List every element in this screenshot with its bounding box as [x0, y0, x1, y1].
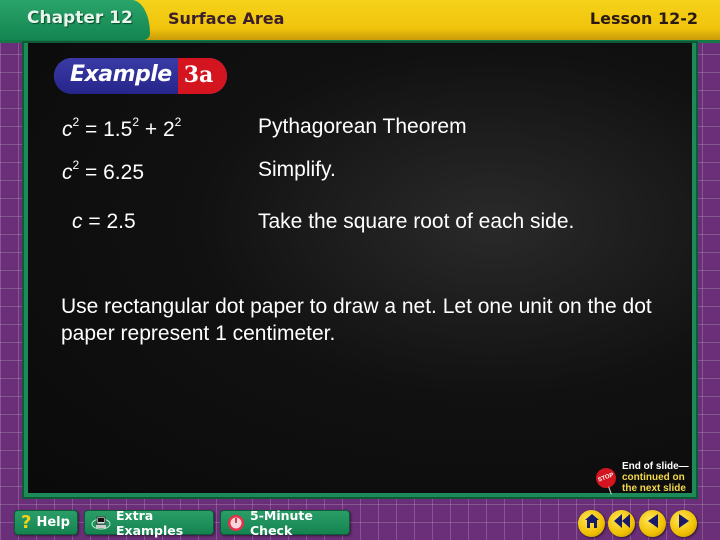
chapter-tab: Chapter 12	[0, 0, 150, 40]
help-button[interactable]: ? Help	[14, 510, 78, 535]
five-minute-check-button[interactable]: 5-Minute Check	[220, 508, 350, 538]
equation-step-2: c2 = 6.25	[62, 158, 145, 184]
previous-icon	[647, 514, 659, 533]
first-slide-button[interactable]	[608, 510, 635, 537]
slide-content-panel: Example 3a c2 = 1.52 + 22 Pythagorean Th…	[24, 43, 696, 497]
lesson-label: Lesson 12-2	[589, 9, 698, 28]
end-note-line-1: End of slide—	[622, 461, 689, 472]
equation-step-3: c = 2.5	[72, 210, 136, 233]
end-note-line-2: continued on	[622, 472, 685, 483]
question-mark-icon: ?	[21, 512, 32, 533]
stop-sign-icon: STOP	[593, 464, 619, 491]
chapter-title: Surface Area	[168, 9, 285, 28]
header-bar: Chapter 12 Surface Area Lesson 12-2	[0, 0, 720, 43]
example-badge: Example 3a	[54, 58, 228, 94]
computer-icon	[91, 515, 111, 531]
chapter-label: Chapter 12	[27, 8, 133, 28]
next-slide-button[interactable]	[670, 510, 697, 537]
instruction-text: Use rectangular dot paper to draw a net.…	[61, 295, 652, 345]
reason-step-3: Take the square root of each side.	[258, 210, 575, 233]
rewind-icon	[613, 514, 630, 533]
next-icon	[678, 514, 690, 533]
end-note-line-3: the next slide	[622, 483, 686, 494]
timer-icon	[227, 514, 245, 532]
reason-step-2: Simplify.	[258, 158, 336, 181]
example-word: Example	[54, 58, 178, 94]
home-button[interactable]	[578, 510, 605, 537]
home-icon	[584, 513, 600, 534]
end-of-slide-note: STOP End of slide— continued on the next…	[593, 461, 689, 494]
example-number: 3a	[177, 58, 228, 94]
previous-slide-button[interactable]	[639, 510, 666, 537]
equation-step-1: c2 = 1.52 + 22	[62, 115, 182, 141]
extra-examples-button[interactable]: Extra Examples	[84, 508, 214, 538]
reason-step-1: Pythagorean Theorem	[258, 115, 467, 138]
